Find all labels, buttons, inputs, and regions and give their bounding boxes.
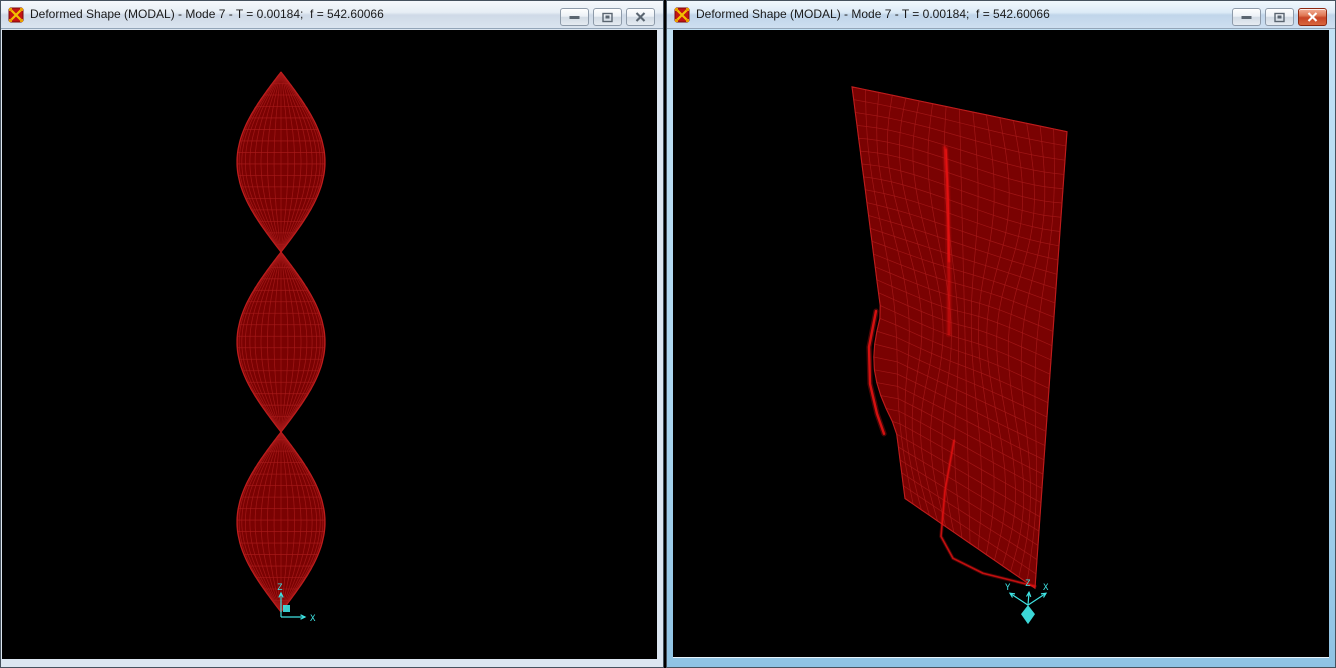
axis-triad-xyz: YZX [1005,579,1049,624]
titlebar[interactable]: Deformed Shape (MODAL) - Mode 7 - T = 0.… [1,1,663,29]
close-button[interactable] [626,8,655,26]
window-controls [560,8,655,26]
close-button[interactable] [1298,8,1327,26]
restore-button[interactable] [593,8,622,26]
window-controls [1232,8,1327,26]
window-deformed-shape-3d: Deformed Shape (MODAL) - Mode 7 - T = 0.… [666,0,1336,668]
window-title: Deformed Shape (MODAL) - Mode 7 - T = 0.… [696,7,1050,21]
restore-button[interactable] [1265,8,1294,26]
modal-deformed-mesh-3d [852,87,1067,588]
axis-label-z: Z [277,583,283,593]
axis-label-z: Z [1025,579,1031,589]
minimize-button[interactable] [1232,8,1261,26]
titlebar[interactable]: Deformed Shape (MODAL) - Mode 7 - T = 0.… [667,1,1335,29]
axis-label-x: X [310,614,316,624]
sap2000-app-icon [8,7,24,23]
axis-label-y: Y [1005,583,1011,593]
window-title: Deformed Shape (MODAL) - Mode 7 - T = 0.… [30,7,384,21]
modal-deformed-shape-lobes [237,72,325,612]
sap2000-app-icon [674,7,690,23]
axis-label-x: X [1043,583,1049,593]
model-viewport-elevation[interactable]: ZX [2,30,657,659]
model-viewport-3d[interactable]: YZX [673,30,1329,658]
window-deformed-shape-elevation: Deformed Shape (MODAL) - Mode 7 - T = 0.… [0,0,664,668]
minimize-button[interactable] [560,8,589,26]
